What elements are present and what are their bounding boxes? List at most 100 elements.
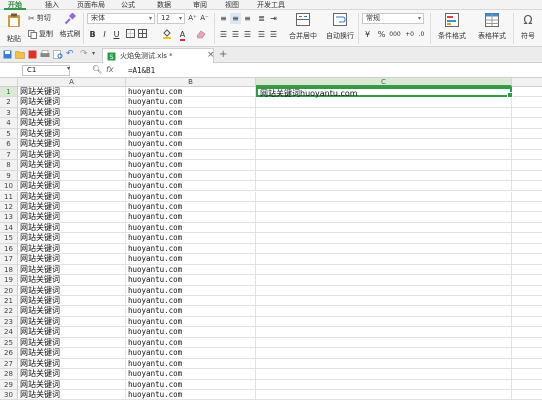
merge-dropdown-button[interactable] (137, 29, 148, 40)
cell-a[interactable]: 网站关键词 (18, 160, 126, 171)
cell-d[interactable] (512, 306, 542, 317)
align-top-button[interactable]: ≡ (218, 13, 229, 24)
cell-c[interactable] (256, 201, 512, 213)
fill-color-button[interactable] (161, 29, 172, 40)
cell-a[interactable]: 网站关键词 (18, 118, 126, 129)
cell-b[interactable]: huoyantu.com (126, 107, 256, 119)
cell-d[interactable] (512, 150, 542, 161)
cell-a[interactable]: 网站关键词 (18, 275, 126, 286)
font-size-select[interactable]: 12 ▾ (157, 13, 185, 24)
redo-icon[interactable]: ↷ (80, 49, 88, 59)
cell-d[interactable] (512, 233, 542, 244)
cell-a[interactable]: 网站关键词 (18, 87, 126, 98)
cell-c[interactable] (256, 296, 512, 307)
distribute-button[interactable]: ☰ (268, 29, 279, 40)
cell-c[interactable] (256, 275, 512, 286)
cell-d[interactable] (512, 192, 542, 202)
cell-a[interactable]: 网站关键词 (18, 149, 126, 161)
cell-d[interactable] (512, 338, 542, 349)
align-middle-button[interactable]: ≡ (230, 13, 241, 24)
folder-icon[interactable] (15, 50, 25, 59)
cell-c[interactable] (256, 118, 512, 129)
cell-b[interactable]: huoyantu.com (126, 149, 256, 161)
cell-b[interactable]: huoyantu.com (126, 306, 256, 317)
row-header[interactable]: 27 (0, 358, 18, 370)
cell-c[interactable] (256, 390, 512, 400)
percent-button[interactable]: % (376, 29, 387, 40)
thousands-button[interactable]: 000 (388, 29, 402, 40)
cell-c[interactable] (256, 191, 512, 202)
cell-b[interactable]: huoyantu.com (126, 139, 256, 150)
cell-c[interactable] (256, 212, 512, 223)
cell-a[interactable]: 网站关键词 (18, 327, 126, 338)
cell-c[interactable] (256, 222, 512, 234)
cut-button[interactable]: ✂ 剪切 (28, 13, 51, 23)
cell-a[interactable]: 网站关键词 (18, 139, 126, 150)
zoom-icon[interactable]: 🔍︎ (92, 65, 102, 74)
document-tab[interactable]: S 火焰免测试.xls * (102, 48, 214, 63)
cell-c[interactable] (256, 233, 512, 244)
cell-b[interactable]: huoyantu.com (126, 87, 256, 98)
cell-b[interactable]: huoyantu.com (126, 327, 256, 338)
column-header-d[interactable] (512, 78, 542, 87)
row-header[interactable]: 14 (0, 222, 18, 234)
cell-a[interactable]: 网站关键词 (18, 316, 126, 328)
row-header[interactable]: 23 (0, 316, 18, 328)
cell-b[interactable]: huoyantu.com (126, 201, 256, 213)
cell-b[interactable]: huoyantu.com (126, 316, 256, 328)
cell-a[interactable]: 网站关键词 (18, 306, 126, 317)
row-header[interactable]: 24 (0, 327, 18, 338)
chevron-down-icon[interactable]: ▾ (92, 50, 95, 57)
cell-d[interactable] (512, 296, 542, 307)
cell-a[interactable]: 网站关键词 (18, 107, 126, 119)
cell-d[interactable] (512, 108, 542, 119)
row-header[interactable]: 17 (0, 254, 18, 265)
cell-c[interactable] (256, 181, 512, 192)
cell-c[interactable] (256, 264, 512, 276)
cell-d[interactable] (512, 380, 542, 391)
save-icon[interactable] (3, 50, 12, 59)
cell-a[interactable]: 网站关键词 (18, 358, 126, 370)
cell-d[interactable] (512, 254, 542, 265)
print-preview-icon[interactable] (53, 50, 63, 59)
cell-d[interactable] (512, 359, 542, 370)
row-header[interactable]: 29 (0, 379, 18, 391)
row-header[interactable]: 11 (0, 191, 18, 202)
cell-c[interactable] (256, 243, 512, 255)
chevron-down-icon[interactable]: ▾ (67, 65, 70, 72)
conditional-format-button[interactable]: 条件格式 (433, 13, 471, 41)
cell-a[interactable]: 网站关键词 (18, 191, 126, 202)
table-style-button[interactable]: 表格样式 (473, 13, 511, 41)
cell-b[interactable]: huoyantu.com (126, 285, 256, 296)
wrap-text-button[interactable]: 自动换行 (325, 13, 355, 41)
column-header-a[interactable]: A (18, 78, 126, 87)
cell-a[interactable]: 网站关键词 (18, 369, 126, 380)
cell-a[interactable]: 网站关键词 (18, 181, 126, 192)
cell-d[interactable] (512, 171, 542, 182)
cell-d[interactable] (512, 265, 542, 276)
row-header[interactable]: 26 (0, 348, 18, 359)
tab-review[interactable]: 审阅 (190, 0, 210, 10)
cell-c[interactable] (256, 285, 512, 296)
cell-c[interactable] (256, 160, 512, 171)
cell-a[interactable]: 网站关键词 (18, 170, 126, 182)
increase-decimal-button[interactable]: +0 (404, 29, 415, 40)
cell-b[interactable]: huoyantu.com (126, 118, 256, 129)
cell-c[interactable] (256, 379, 512, 391)
cell-a[interactable]: 网站关键词 (18, 222, 126, 234)
tab-data[interactable]: 数据 (154, 0, 174, 10)
border-button[interactable] (125, 29, 136, 40)
row-header[interactable]: 10 (0, 181, 18, 192)
cell-a[interactable]: 网站关键词 (18, 285, 126, 296)
pdf-icon[interactable] (28, 50, 37, 59)
copy-button[interactable]: 复制 (28, 29, 53, 39)
underline-button[interactable]: U (111, 29, 122, 40)
cell-d[interactable] (512, 118, 542, 129)
new-tab-icon[interactable]: + (219, 49, 227, 60)
cell-b[interactable]: huoyantu.com (126, 348, 256, 359)
tab-view[interactable]: 视图 (222, 0, 242, 10)
cell-b[interactable]: huoyantu.com (126, 264, 256, 276)
cell-b[interactable]: huoyantu.com (126, 191, 256, 202)
fx-button[interactable]: fx (106, 65, 114, 74)
cell-d[interactable] (512, 390, 542, 400)
